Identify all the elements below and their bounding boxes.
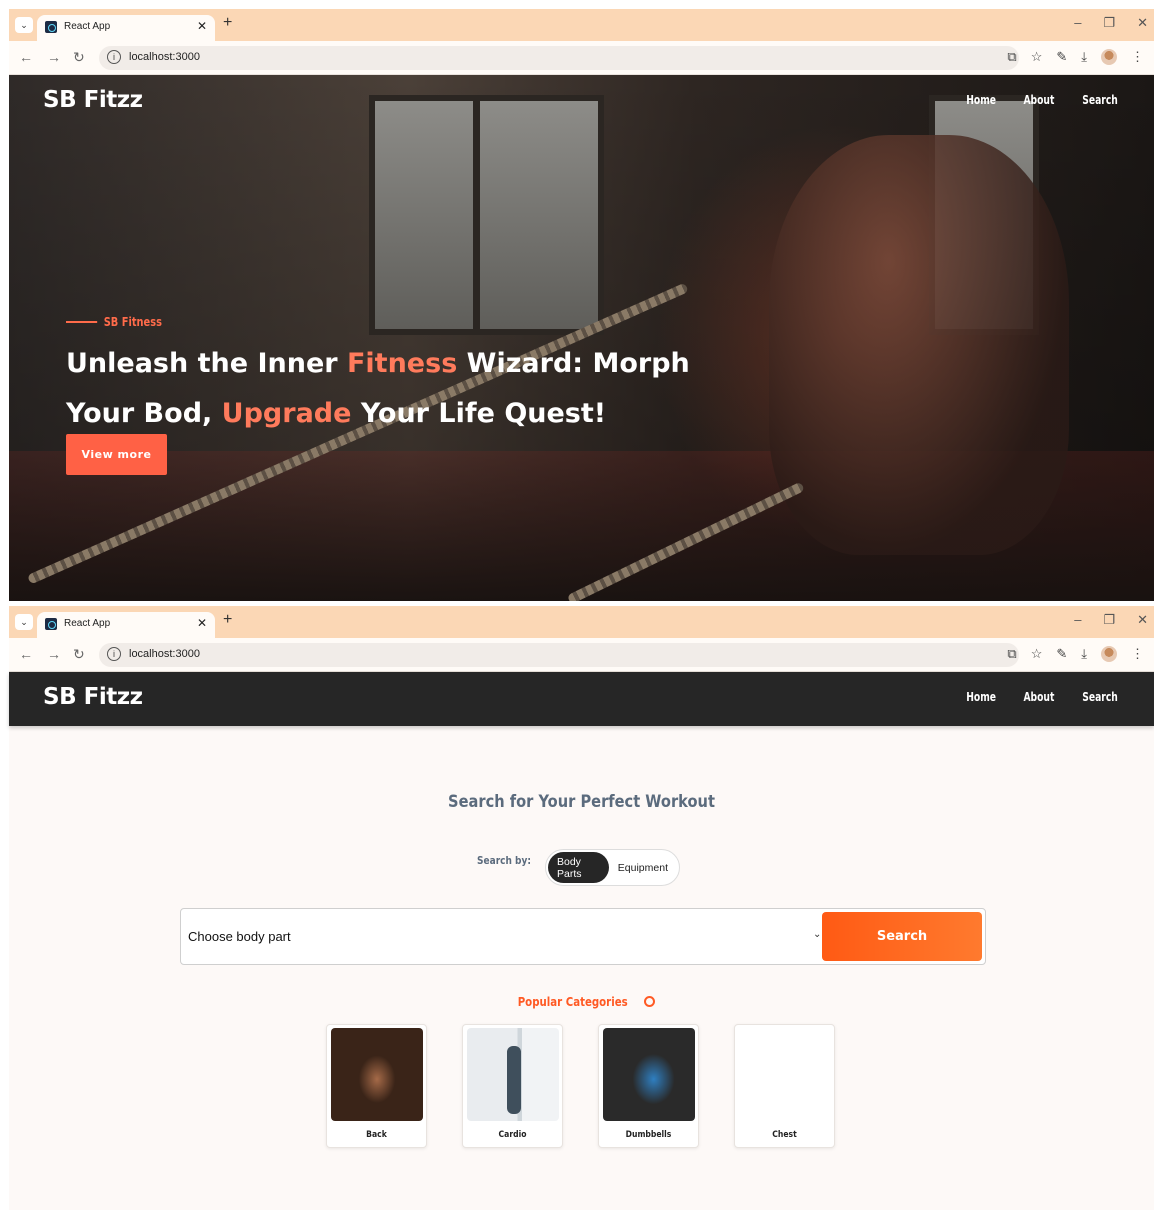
category-card-cardio[interactable]: Cardio (462, 1024, 563, 1148)
search-title: Search for Your Perfect Workout (448, 792, 715, 812)
nav-search[interactable]: Search (1082, 690, 1118, 704)
cast-icon[interactable]: ⧉ (1007, 49, 1016, 65)
browser-window-search: ⌄ React App ✕ + – ❐ ✕ ← → ↻ i localhost:… (9, 606, 1154, 1210)
nav-home[interactable]: Home (966, 690, 996, 704)
site-navbar: SB Fitzz Home About Search (9, 75, 1154, 129)
eyebrow-text: SB Fitness (103, 315, 162, 329)
close-window-icon[interactable]: ✕ (1137, 612, 1148, 628)
hero-title: Unleash the Inner Fitness Wizard: Morph … (66, 339, 706, 439)
url-field[interactable]: i localhost:3000 (99, 643, 1019, 667)
cast-icon[interactable]: ⧉ (1007, 646, 1016, 662)
chevron-down-icon[interactable]: ⌄ (813, 929, 821, 940)
hero-title-highlight-fitness: Fitness (346, 348, 458, 379)
tab-strip: ⌄ React App ✕ + – ❐ ✕ (9, 606, 1154, 638)
background-window (474, 95, 604, 335)
search-section: SB Fitzz Home About Search Search for Yo… (9, 672, 1154, 1210)
body-part-select[interactable]: Choose body part (188, 929, 291, 944)
restore-icon[interactable]: ❐ (1103, 15, 1115, 31)
view-more-button[interactable]: View more (66, 434, 167, 475)
search-button[interactable]: Search (822, 912, 982, 961)
category-label: Cardio (498, 1130, 527, 1140)
category-label: Back (366, 1130, 387, 1140)
hero-content: SB Fitness Unleash the Inner Fitness Wiz… (66, 315, 706, 439)
site-info-icon[interactable]: i (107, 647, 121, 661)
hero-title-part1: Unleash the Inner (66, 348, 347, 379)
fire-icon (643, 996, 655, 1007)
back-icon[interactable]: ← (19, 49, 33, 65)
url-text: localhost:3000 (129, 51, 200, 63)
tab-close-icon[interactable]: ✕ (197, 19, 207, 33)
react-favicon-icon (45, 21, 57, 33)
hero-eyebrow: SB Fitness (66, 315, 591, 329)
body-parts-option[interactable]: Body Parts (548, 852, 609, 883)
category-card-back[interactable]: Back (326, 1024, 427, 1148)
address-bar: ← → ↻ i localhost:3000 ⧉ ☆ ✎ ⤓ ⋮ (9, 638, 1154, 672)
close-window-icon[interactable]: ✕ (1137, 15, 1148, 31)
site-info-icon[interactable]: i (107, 50, 121, 64)
site-navbar: SB Fitzz Home About Search (9, 672, 1154, 726)
download-icon[interactable]: ⤓ (1081, 49, 1087, 65)
restore-icon[interactable]: ❐ (1103, 612, 1115, 628)
nav-about[interactable]: About (1023, 690, 1054, 704)
tab-close-icon[interactable]: ✕ (197, 616, 207, 630)
profile-avatar-icon[interactable] (1101, 49, 1117, 65)
nav-home[interactable]: Home (966, 93, 996, 107)
tab-title: React App (64, 21, 111, 32)
background-window (369, 95, 479, 335)
extensions-icon[interactable]: ✎ (1056, 646, 1067, 662)
cardio-image (467, 1028, 559, 1121)
minimize-icon[interactable]: – (1074, 612, 1081, 628)
site-logo[interactable]: SB Fitzz (43, 684, 143, 710)
tab-search-icon[interactable]: ⌄ (15, 17, 33, 33)
new-tab-icon[interactable]: + (223, 14, 232, 32)
athlete-figure (769, 135, 1069, 555)
back-image (331, 1028, 423, 1121)
reload-icon[interactable]: ↻ (73, 49, 85, 66)
address-bar: ← → ↻ i localhost:3000 ⧉ ☆ ✎ ⤓ ⋮ (9, 41, 1154, 75)
category-cards: Back Cardio Dumbbells Chest (326, 1024, 835, 1148)
tab-title: React App (64, 618, 111, 629)
menu-kebab-icon[interactable]: ⋮ (1131, 49, 1144, 65)
category-label: Chest (772, 1130, 797, 1140)
minimize-icon[interactable]: – (1074, 15, 1081, 31)
reload-icon[interactable]: ↻ (73, 646, 85, 663)
menu-kebab-icon[interactable]: ⋮ (1131, 646, 1144, 662)
search-by-label: Search by: (477, 854, 532, 867)
back-icon[interactable]: ← (19, 646, 33, 662)
browser-tab[interactable]: React App ✕ (37, 15, 215, 41)
category-card-dumbbells[interactable]: Dumbbells (598, 1024, 699, 1148)
hero-section: SB Fitzz Home About Search SB Fitness Un… (9, 75, 1154, 601)
chest-image (739, 1028, 831, 1121)
equipment-option[interactable]: Equipment (609, 852, 677, 883)
hero-title-highlight-upgrade: Upgrade (221, 398, 352, 429)
extensions-icon[interactable]: ✎ (1056, 49, 1067, 65)
url-text: localhost:3000 (129, 648, 200, 660)
nav-about[interactable]: About (1023, 93, 1054, 107)
bookmark-star-icon[interactable]: ☆ (1031, 646, 1043, 662)
tab-strip: ⌄ React App ✕ + – ❐ ✕ (9, 9, 1154, 41)
tab-search-icon[interactable]: ⌄ (15, 614, 33, 630)
bookmark-star-icon[interactable]: ☆ (1031, 49, 1043, 65)
search-mode-toggle: Body Parts Equipment (545, 849, 680, 886)
url-field[interactable]: i localhost:3000 (99, 46, 1019, 70)
new-tab-icon[interactable]: + (223, 611, 232, 629)
react-favicon-icon (45, 618, 57, 630)
dumbbells-image (603, 1028, 695, 1121)
hero-title-part3: Your Life Quest! (351, 398, 607, 429)
eyebrow-divider (66, 321, 98, 323)
browser-tab[interactable]: React App ✕ (37, 612, 215, 638)
profile-avatar-icon[interactable] (1101, 646, 1117, 662)
site-logo[interactable]: SB Fitzz (43, 87, 143, 113)
download-icon[interactable]: ⤓ (1081, 646, 1087, 662)
popular-categories-title: Popular Categories (517, 995, 628, 1009)
forward-icon[interactable]: → (47, 646, 61, 662)
forward-icon[interactable]: → (47, 49, 61, 65)
popular-categories-heading: Popular Categories (9, 995, 1154, 1009)
browser-window-hero: ⌄ React App ✕ + – ❐ ✕ ← → ↻ i localhost:… (9, 9, 1154, 601)
search-bar: Choose body part ⌄ Search (180, 908, 986, 965)
category-label: Dumbbells (625, 1130, 672, 1140)
category-card-chest[interactable]: Chest (734, 1024, 835, 1148)
nav-search[interactable]: Search (1082, 93, 1118, 107)
